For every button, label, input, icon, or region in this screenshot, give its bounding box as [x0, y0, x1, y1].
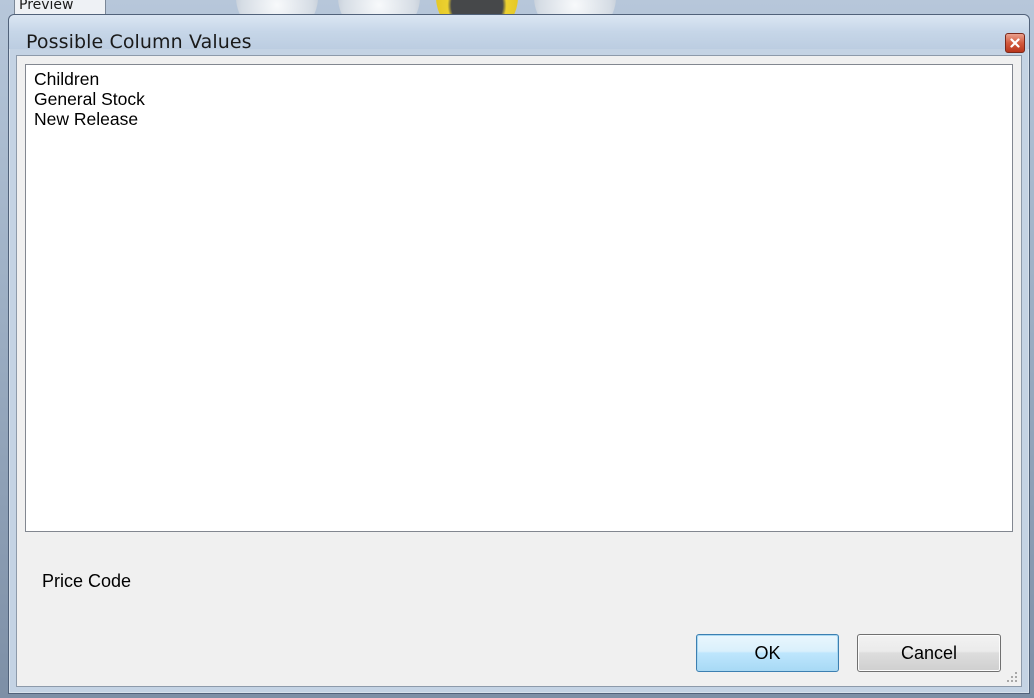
list-item[interactable]: General Stock: [34, 89, 1012, 109]
list-item[interactable]: New Release: [34, 109, 1012, 129]
preview-tab[interactable]: Preview: [14, 0, 106, 15]
cancel-button[interactable]: Cancel: [857, 634, 1001, 672]
close-icon: [1010, 38, 1020, 48]
column-name-label: Price Code: [42, 571, 132, 591]
dialog-client-area: Children General Stock New Release Price…: [16, 55, 1022, 687]
list-item[interactable]: Children: [34, 69, 1012, 89]
close-button[interactable]: [1005, 33, 1025, 53]
values-listbox[interactable]: Children General Stock New Release: [25, 64, 1013, 532]
ok-button[interactable]: OK: [696, 634, 839, 672]
title-bar[interactable]: Possible Column Values: [9, 15, 1029, 53]
dialog-title: Possible Column Values: [26, 31, 252, 53]
resize-grip-icon[interactable]: [1006, 671, 1018, 683]
possible-column-values-dialog: Possible Column Values Children General …: [8, 14, 1030, 694]
